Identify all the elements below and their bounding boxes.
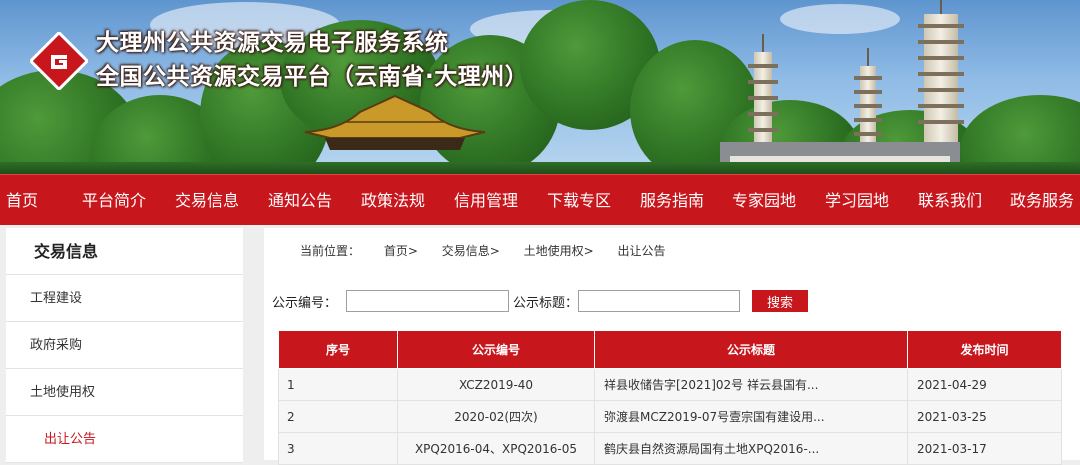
nav-item-home[interactable]: 首页: [6, 175, 38, 226]
breadcrumb-trading[interactable]: 交易信息>: [442, 244, 500, 258]
nav-item-guide[interactable]: 服务指南: [640, 175, 704, 226]
table-row[interactable]: 2 2020-02(四次) 弥渡县MCZ2019-07号壹宗国有建设用... 2…: [278, 400, 1062, 433]
header-code: 公示编号: [397, 330, 595, 369]
cell-title-link[interactable]: 弥渡县MCZ2019-07号壹宗国有建设用...: [594, 400, 908, 433]
code-label: 公示编号：: [272, 296, 338, 311]
pavilion-roof-icon: [304, 94, 486, 150]
sidebar-item-land-use[interactable]: 土地使用权: [6, 369, 243, 416]
header-date: 发布时间: [907, 330, 1062, 369]
sidebar-subitem-transfer-notice[interactable]: 出让公告: [6, 416, 243, 463]
nav-item-downloads[interactable]: 下载专区: [547, 175, 611, 226]
pagoda-main-icon: [918, 14, 964, 144]
nav-item-learning[interactable]: 学习园地: [825, 175, 889, 226]
header-title: 公示标题: [594, 330, 908, 369]
breadcrumb: 当前位置： 首页> 交易信息> 土地使用权> 出让公告: [300, 242, 686, 259]
header-banner: 大理州公共资源交易电子服务系统 全国公共资源交易平台（云南省·大理州）: [0, 0, 1080, 174]
breadcrumb-land-use[interactable]: 土地使用权>: [524, 244, 594, 258]
cell-code: 2020-02(四次): [397, 400, 595, 433]
breadcrumb-current: 出让公告: [617, 244, 666, 258]
nav-item-policies[interactable]: 政策法规: [361, 175, 425, 226]
cell-date: 2021-03-25: [907, 400, 1062, 433]
results-table: 序号 公示编号 公示标题 发布时间 1 XCZ2019-40 祥县收储告字[20…: [278, 330, 1062, 465]
nav-item-about[interactable]: 平台简介: [82, 175, 146, 226]
pagoda-middle-icon: [854, 66, 882, 152]
cell-index: 1: [278, 368, 398, 401]
cell-code: XCZ2019-40: [397, 368, 595, 401]
nav-item-contact[interactable]: 联系我们: [918, 175, 982, 226]
nav-item-experts[interactable]: 专家园地: [732, 175, 796, 226]
main-nav: 首页 平台简介 交易信息 通知公告 政策法规 信用管理 下载专区 服务指南 专家…: [0, 174, 1080, 225]
nav-item-trading[interactable]: 交易信息: [175, 175, 239, 226]
brand-logo-icon: [30, 32, 88, 90]
breadcrumb-home[interactable]: 首页>: [384, 244, 418, 258]
nav-item-notices[interactable]: 通知公告: [268, 175, 332, 226]
title-label: 公示标题：: [513, 296, 579, 311]
cell-date: 2021-04-29: [907, 368, 1062, 401]
cell-title-link[interactable]: 祥县收储告字[2021]02号 祥云县国有...: [594, 368, 908, 401]
title-input[interactable]: [578, 290, 740, 312]
cell-index: 2: [278, 400, 398, 433]
sidebar-item-engineering[interactable]: 工程建设: [6, 275, 243, 322]
code-input[interactable]: [346, 290, 509, 312]
search-button[interactable]: 搜索: [752, 290, 808, 312]
breadcrumb-prefix: 当前位置：: [300, 244, 361, 258]
sidebar-title: 交易信息: [6, 228, 243, 275]
site-title-line2: 全国公共资源交易平台（云南省·大理州）: [96, 64, 529, 90]
main-content: 当前位置： 首页> 交易信息> 土地使用权> 出让公告 公示编号： 公示标题： …: [264, 228, 1080, 465]
sidebar: 交易信息 工程建设 政府采购 土地使用权 出让公告: [6, 228, 243, 463]
sidebar-item-procurement[interactable]: 政府采购: [6, 322, 243, 369]
nav-item-credit[interactable]: 信用管理: [454, 175, 518, 226]
table-row[interactable]: 1 XCZ2019-40 祥县收储告字[2021]02号 祥云县国有... 20…: [278, 368, 1062, 401]
header-index: 序号: [278, 330, 398, 369]
pagoda-left-icon: [748, 52, 778, 152]
table-header-row: 序号 公示编号 公示标题 发布时间: [278, 330, 1062, 369]
site-title-line1: 大理州公共资源交易电子服务系统: [96, 30, 449, 56]
nav-item-government[interactable]: 政务服务: [1010, 175, 1074, 226]
